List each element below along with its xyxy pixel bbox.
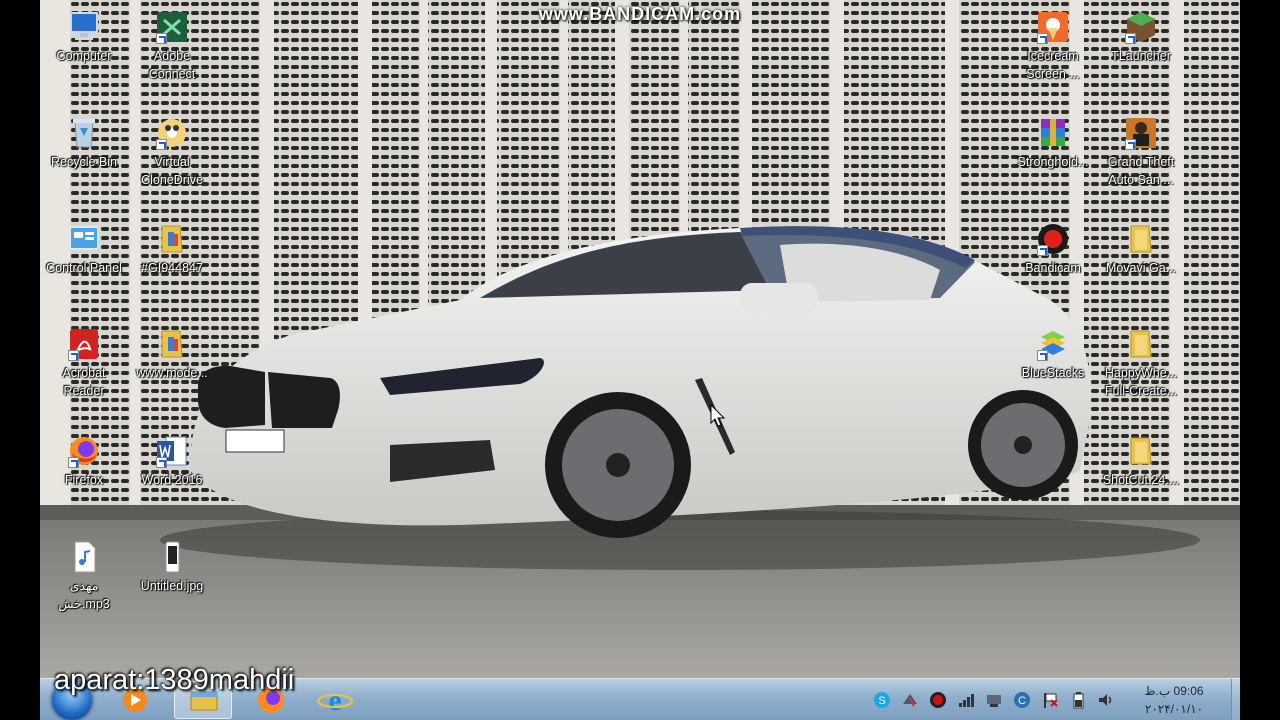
desktop-icon-label: Computer <box>56 49 112 63</box>
tray-record[interactable] <box>928 690 948 710</box>
desktop-icon-label: Control Panel <box>46 261 122 275</box>
desktop-icon-mp3-file[interactable]: مهدی خش.mp3 <box>41 536 127 632</box>
desktop-icon-computer[interactable]: Computer <box>41 6 127 102</box>
taskbar-internet-explorer[interactable]: e <box>306 681 364 719</box>
mp3-file-icon <box>74 541 96 573</box>
desktop-icon-adobe-connect[interactable]: Adobe Connect <box>129 6 215 102</box>
desktop-icon-tlauncher[interactable]: TLauncher <box>1098 6 1184 102</box>
desktop-icon-movavi[interactable]: Movavi Ga... <box>1098 218 1184 314</box>
jpg-file-icon <box>165 541 180 573</box>
desktop-icon-label: مهدی خش.mp3 <box>58 579 110 611</box>
skype-icon: S <box>874 692 890 708</box>
folder-icon <box>161 225 183 253</box>
desktop-icon-label: BlueStacks <box>1021 366 1085 380</box>
tray-battery[interactable] <box>1068 690 1088 710</box>
system-tray: S C 09:06 ب.ظ ۲۰۲۴/۰۱/۱۰ <box>862 679 1222 720</box>
tray-device[interactable] <box>984 690 1004 710</box>
folder-icon <box>1130 225 1152 253</box>
signal-icon <box>959 694 974 707</box>
tray-flag[interactable] <box>1040 690 1060 710</box>
taskbar-clock[interactable]: 09:06 ب.ظ ۲۰۲۴/۰۱/۱۰ <box>1134 682 1214 718</box>
desktop-icon-bandicam[interactable]: Bandicam <box>1010 218 1096 314</box>
desktop-icon-shotcut[interactable]: ShotCut.24.... <box>1098 430 1184 526</box>
desktop-icon-label: www.mode... <box>136 366 208 380</box>
desktop-icon-label: Virtual CloneDrive <box>141 155 203 187</box>
desktop-icon-label: Bandicam <box>1025 261 1081 275</box>
folder-icon <box>1130 330 1152 358</box>
desktop-icon-word-2016[interactable]: Word 2016 <box>129 430 215 526</box>
network-tool-icon <box>903 694 917 707</box>
winrar-icon <box>1041 119 1065 146</box>
clock-time: 09:06 ب.ظ <box>1144 684 1204 698</box>
record-icon <box>930 692 946 708</box>
computer-icon <box>70 12 98 40</box>
shortcut-arrow-icon <box>1125 33 1136 44</box>
tray-network-tool[interactable] <box>900 690 920 710</box>
tray-signal[interactable] <box>956 690 976 710</box>
svg-text:S: S <box>878 695 885 707</box>
internet-explorer-icon: e <box>317 684 353 717</box>
battery-icon <box>1073 692 1084 709</box>
svg-text:e: e <box>328 684 341 717</box>
desktop-icon-firefox[interactable]: Firefox <box>41 430 127 526</box>
desktop-icon-label: #GI944847 <box>141 261 203 275</box>
desktop-icon-label: Untitled.jpg <box>140 579 204 593</box>
shortcut-arrow-icon <box>1037 33 1048 44</box>
control-panel-icon <box>69 226 99 250</box>
tray-app-c[interactable]: C <box>1012 690 1032 710</box>
shortcut-arrow-icon <box>1037 245 1048 256</box>
tray-volume[interactable] <box>1096 690 1116 710</box>
shortcut-arrow-icon <box>156 33 167 44</box>
shortcut-arrow-icon <box>68 457 79 468</box>
desktop-icon-label: Stronghold... <box>1017 155 1089 169</box>
desktop-icon-label: Icecream Screen ... <box>1026 49 1080 81</box>
desktop-icon-label: HappyWhe... Full-Create... <box>1104 366 1178 398</box>
device-icon <box>987 695 1001 707</box>
desktop-icon-label: Adobe Connect <box>148 49 196 81</box>
desktop-icon-label: Grand Theft Auto San ... <box>1107 155 1175 187</box>
svg-text:C: C <box>1018 695 1026 707</box>
desktop-icon-label: ShotCut.24.... <box>1102 473 1180 487</box>
volume-icon <box>1099 694 1112 706</box>
desktop-screen: www.BANDICAM.com Computer Adobe Connect … <box>40 0 1240 720</box>
recycle-bin-icon <box>73 119 95 148</box>
desktop-icon-label: Word 2016 <box>141 473 203 487</box>
desktop-icon-label: Acrobat Reader <box>62 366 106 398</box>
shortcut-arrow-icon <box>1037 350 1048 361</box>
desktop-icon-untitled-jpg[interactable]: Untitled.jpg <box>129 536 215 632</box>
desktop-icon-icecream-screen[interactable]: Icecream Screen ... <box>1010 6 1096 102</box>
mouse-cursor-icon <box>710 404 726 427</box>
desktop-icon-label: TLauncher <box>1111 49 1171 63</box>
clock-date: ۲۰۲۴/۰۱/۱۰ <box>1144 702 1204 716</box>
desktop-icon-recycle-bin[interactable]: Recycle Bin <box>41 112 127 208</box>
desktop-icon-label: Recycle Bin <box>51 155 117 169</box>
desktop-icon-stronghold[interactable]: Stronghold... <box>1010 112 1096 208</box>
desktop-icon-bluestacks[interactable]: BlueStacks <box>1010 323 1096 419</box>
show-desktop-button[interactable] <box>1231 679 1240 720</box>
desktop-icon-gta-san-andreas[interactable]: Grand Theft Auto San ... <box>1098 112 1184 208</box>
desktop-icon-label: Firefox <box>64 473 104 487</box>
folder-icon <box>1130 437 1152 465</box>
folder-icon <box>161 330 183 358</box>
desktop-icon-control-panel[interactable]: Control Panel <box>41 218 127 314</box>
desktop-icon-virtual-clonedrive[interactable]: Virtual CloneDrive <box>129 112 215 208</box>
desktop-icon-happywheels[interactable]: HappyWhe... Full-Create... <box>1098 323 1184 419</box>
shortcut-arrow-icon <box>1125 139 1136 150</box>
desktop-icon-www-mode[interactable]: www.mode... <box>129 323 215 419</box>
channel-overlay-text: aparat:1389mahdii <box>54 664 295 696</box>
tray-skype[interactable]: S <box>872 690 892 710</box>
app-c-icon: C <box>1014 692 1030 708</box>
desktop-icon-label: Movavi Ga... <box>1105 261 1177 275</box>
desktop-icon-gi944847[interactable]: #GI944847 <box>129 218 215 314</box>
flag-icon <box>1044 693 1058 708</box>
shortcut-arrow-icon <box>68 350 79 361</box>
shortcut-arrow-icon <box>156 457 167 468</box>
shortcut-arrow-icon <box>156 139 167 150</box>
desktop-icon-acrobat-reader[interactable]: Acrobat Reader <box>41 323 127 419</box>
